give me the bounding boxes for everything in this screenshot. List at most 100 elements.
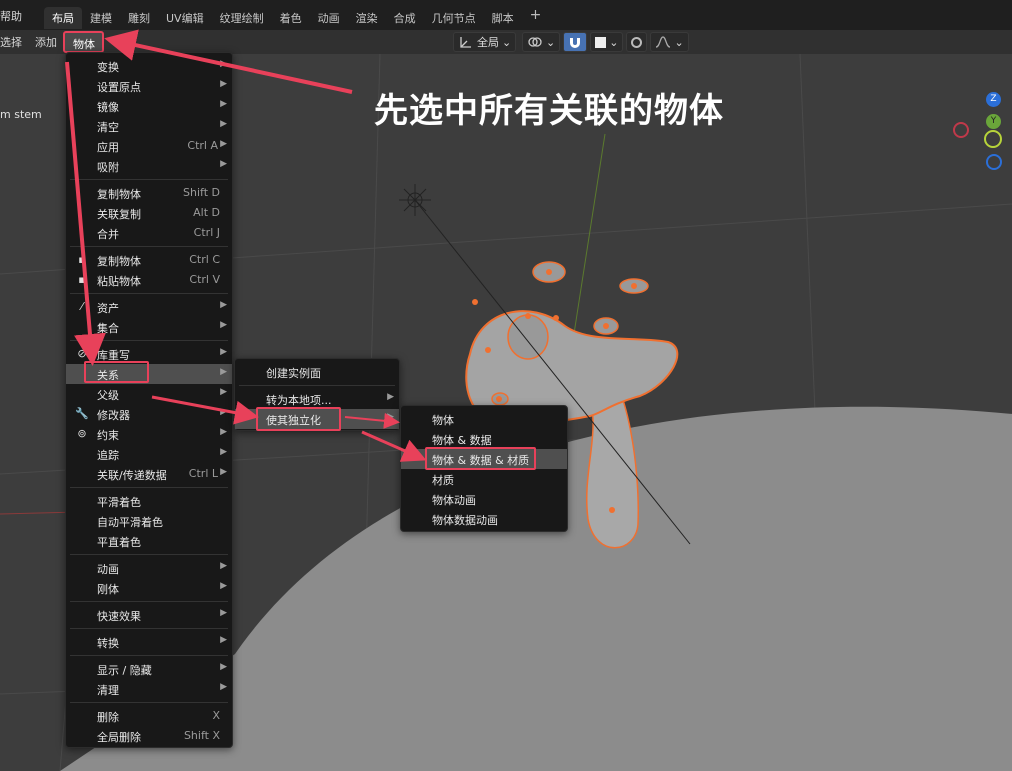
menu-item-set-origin[interactable]: 设置原点 ▶ [66,76,232,96]
gizmo-neg-y[interactable] [984,130,1002,148]
submenu-arrow-icon: ▶ [220,320,227,330]
orientation-label: 全局 [477,36,499,49]
chevron-down-icon: ⌄ [546,35,556,49]
menu-separator [70,702,228,703]
make-single-user-item[interactable]: 使其独立化 ▶ [235,409,399,429]
menu-item-copy-objects[interactable]: ▪ 复制物体 Ctrl C [66,250,232,270]
menu-item-asset[interactable]: ⁄ 资产 ▶ [66,297,232,317]
menu-item-join[interactable]: 合并 Ctrl J [66,223,232,243]
tab-texture-paint[interactable]: 纹理绘制 [212,7,272,29]
tab-geometry-nodes[interactable]: 几何节点 [424,7,484,29]
link-icon [528,37,542,47]
help-menu[interactable]: 帮助 [0,8,22,24]
make-local-item[interactable]: 转为本地项... ▶ [235,389,399,409]
menu-item-label: 约束 [97,429,119,442]
menu-item-parent[interactable]: 父级 ▶ [66,384,232,404]
menu-item-collection[interactable]: 集合 ▶ [66,317,232,337]
menu-separator [70,340,228,341]
menu-item-shade-smooth[interactable]: 平滑着色 [66,491,232,511]
menu-item-label: 追踪 [97,449,119,462]
shortcut-hint: Alt D [193,206,220,219]
object-dropdown-menu: 变换 ▶ 设置原点 ▶ 镜像 ▶ 清空 ▶ 应用 Ctrl A ▶ 吸附 ▶ 复制物体 Shift D 关联复… [65,52,233,748]
menu-item-label: 全局删除 [97,731,141,744]
gizmo-z-axis[interactable]: Z [986,92,1001,107]
menu-item-shade-flat[interactable]: 平直着色 [66,531,232,551]
menu-item-label: 显示 / 隐藏 [97,664,152,677]
menu-item-paste-objects[interactable]: ▪ 粘贴物体 Ctrl V [66,270,232,290]
menu-item-label: 库重写 [97,349,130,362]
single-user-object-data-material-item[interactable]: 物体 & 数据 & 材质 [401,449,567,469]
gizmo-y-axis[interactable]: Y [986,114,1001,129]
menu-item-track[interactable]: 追踪 ▶ [66,444,232,464]
single-user-object-data-item[interactable]: 物体 & 数据 [401,429,567,449]
menu-item-shade-auto-smooth[interactable]: 自动平滑着色 [66,511,232,531]
menu-item-label: 变换 [97,61,119,74]
tab-uv-editing[interactable]: UV编辑 [158,7,212,29]
snap-target-dropdown[interactable]: ⌄ [590,32,624,52]
menu-item-transform[interactable]: 变换 ▶ [66,56,232,76]
tab-shading[interactable]: 着色 [272,7,310,29]
menu-item-mirror[interactable]: 镜像 ▶ [66,96,232,116]
snap-toggle[interactable] [563,32,588,52]
transform-orientation-dropdown[interactable]: 全局 ⌄ [453,32,517,52]
menu-item-relations[interactable]: 关系 ▶ [66,364,232,384]
tab-compositing[interactable]: 合成 [386,7,424,29]
menu-item-quick-effects[interactable]: 快速效果 ▶ [66,605,232,625]
pivot-snap-group: ⌄ ⌄ ⌄ [522,32,689,52]
tab-rendering[interactable]: 渲染 [348,7,386,29]
submenu-arrow-icon: ▶ [220,447,227,457]
menu-separator [70,293,228,294]
menu-item-modifiers[interactable]: 🔧 修改器 ▶ [66,404,232,424]
menu-item-delete[interactable]: 删除 X [66,706,232,726]
submenu-arrow-icon: ▶ [387,412,394,422]
menu-item-label: 设置原点 [97,81,141,94]
menu-item-label: 动画 [97,563,119,576]
menu-item-snap[interactable]: 吸附 ▶ [66,156,232,176]
falloff-dropdown[interactable]: ⌄ [650,32,689,52]
menu-item-link-transfer-data[interactable]: 关联/传递数据 Ctrl L ▶ [66,464,232,484]
gizmo-neg-z[interactable] [986,154,1002,170]
menu-item-convert[interactable]: 转换 ▶ [66,632,232,652]
select-menu[interactable]: 选择 [0,34,22,50]
tab-sculpting[interactable]: 雕刻 [120,7,158,29]
menu-item-clear[interactable]: 清空 ▶ [66,116,232,136]
menu-item-rigid-body[interactable]: 刚体 ▶ [66,578,232,598]
menu-item-delete-globally[interactable]: 全局删除 Shift X [66,726,232,746]
tab-modeling[interactable]: 建模 [82,7,120,29]
make-instance-face-item[interactable]: 创建实例面 [235,362,399,382]
submenu-arrow-icon: ▶ [220,635,227,645]
tab-layout[interactable]: 布局 [44,7,82,29]
single-user-material-item[interactable]: 材质 [401,469,567,489]
single-user-object-animation-item[interactable]: 物体动画 [401,489,567,509]
submenu-arrow-icon: ▶ [220,561,227,571]
menu-item-apply[interactable]: 应用 Ctrl A ▶ [66,136,232,156]
single-user-object-item[interactable]: 物体 [401,409,567,429]
library-override-icon: ⊘ [77,347,87,360]
shortcut-hint: Ctrl J [193,226,220,239]
menu-item-duplicate-linked[interactable]: 关联复制 Alt D [66,203,232,223]
top-bar: 帮助 布局 建模 雕刻 UV编辑 纹理绘制 着色 动画 渲染 合成 几何节点 脚… [0,0,1012,30]
menu-item-label: 平滑着色 [97,496,141,509]
object-menu[interactable]: 物体 [63,31,104,53]
pivot-point-dropdown[interactable]: ⌄ [522,32,561,52]
add-workspace-button[interactable]: + [522,7,550,29]
gizmo-neg-x[interactable] [953,122,969,138]
menu-item-library-override[interactable]: ⊘ 库重写 ▶ [66,344,232,364]
workspace-tabs: 布局 建模 雕刻 UV编辑 纹理绘制 着色 动画 渲染 合成 几何节点 脚本 + [44,7,549,29]
menu-item-duplicate-objects[interactable]: 复制物体 Shift D [66,183,232,203]
menu-item-clean-up[interactable]: 清理 ▶ [66,679,232,699]
menu-item-constraint[interactable]: ⊚ 约束 ▶ [66,424,232,444]
menu-item-show-hide[interactable]: 显示 / 隐藏 ▶ [66,659,232,679]
tab-animation[interactable]: 动画 [310,7,348,29]
tab-scripting[interactable]: 脚本 [484,7,522,29]
instruction-caption: 先选中所有关联的物体 [374,91,724,131]
menu-item-animation[interactable]: 动画 ▶ [66,558,232,578]
single-user-object-data-animation-item[interactable]: 物体数据动画 [401,509,567,529]
transform-orientation[interactable]: 全局 ⌄ [453,32,517,52]
add-menu[interactable]: 添加 [35,34,57,50]
submenu-arrow-icon: ▶ [220,139,227,149]
falloff-icon [656,36,671,48]
menu-item-label: 删除 [97,711,119,724]
proportional-edit-toggle[interactable] [626,32,648,52]
menu-item-label: 关联/传递数据 [97,469,167,482]
